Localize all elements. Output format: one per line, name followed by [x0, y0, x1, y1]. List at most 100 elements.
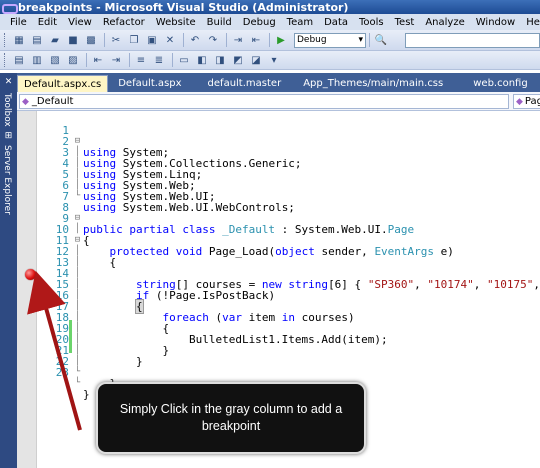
menu-file[interactable]: File — [10, 17, 27, 28]
outline-guide: │ — [74, 180, 81, 190]
member-selector-value: Pag — [524, 96, 540, 107]
collapse-icon[interactable]: ⊟ — [73, 136, 82, 147]
menu-edit[interactable]: Edit — [38, 17, 57, 28]
code-line: 9 │ { — [17, 202, 89, 246]
copy-icon[interactable]: ❐ — [126, 33, 142, 47]
menu-refactor[interactable]: Refactor — [103, 17, 145, 28]
outline-guide: └ — [74, 378, 81, 388]
outline-guide: │ — [74, 279, 81, 289]
menu-test[interactable]: Test — [395, 17, 415, 28]
collapse-icon[interactable]: ⊟ — [73, 213, 82, 224]
quick-info-icon[interactable]: ▧ — [47, 53, 63, 67]
redo-icon[interactable]: ↷ — [205, 33, 221, 47]
outline-guide: │ — [74, 334, 81, 344]
code-line: 2 │ using System.Collections.Generic; — [17, 125, 301, 169]
code-line: 20 │ } — [17, 323, 143, 367]
code-line: 23 └ } — [17, 356, 90, 400]
menu-website[interactable]: Website — [156, 17, 196, 28]
find-in-files-icon[interactable]: 🔍 — [373, 33, 389, 47]
menu-view[interactable]: View — [68, 17, 92, 28]
callout-text: Simply Click in the gray column to add a… — [119, 402, 343, 433]
outline-guide: └ — [74, 191, 81, 201]
server-explorer-icon[interactable]: ⊞ — [3, 131, 14, 142]
code-line: 14 │ if (!Page.IsPostBack) — [17, 257, 275, 301]
toolbar-separator — [369, 33, 370, 47]
toolbar-options-icon[interactable]: ▾ — [266, 53, 282, 67]
toolbar-grip[interactable] — [4, 33, 7, 47]
menu-bar: File Edit View Refactor Website Build De… — [0, 14, 540, 30]
code-line: 19 │ } — [17, 312, 169, 356]
code-line: 5 │ using System.Web.UI; — [17, 158, 215, 202]
toolbar-grip[interactable] — [4, 53, 7, 67]
class-selector-value: _Default — [31, 96, 74, 107]
next-bookmark-icon[interactable]: ◨ — [212, 53, 228, 67]
toolbar-separator — [104, 33, 105, 47]
menu-team[interactable]: Team — [287, 17, 313, 28]
start-debugging-icon[interactable]: ▶ — [273, 33, 289, 47]
member-selector[interactable]: ◆ Pag — [513, 94, 540, 109]
text-editor-toolbar: ▤ ▥ ▧ ▨ ⇤ ⇥ ≡ ≣ ▭ ◧ ◨ ◩ ◪ ▾ — [0, 51, 540, 70]
menu-window[interactable]: Window — [476, 17, 515, 28]
comment-out-icon[interactable]: ≡ — [133, 53, 149, 67]
code-line: 10 ⊟ protected void Page_Load(object sen… — [17, 213, 454, 257]
find-input[interactable] — [405, 33, 540, 48]
delete-icon[interactable]: ✕ — [162, 33, 178, 47]
increase-indent-icon[interactable]: ⇥ — [108, 53, 124, 67]
object-browser-icon[interactable]: ▤ — [11, 53, 27, 67]
toolbar-separator — [269, 33, 270, 47]
code-line: 17 │ { — [17, 290, 169, 334]
code-line: 12 │ — [17, 235, 80, 267]
tab-main-css[interactable]: App_Themes/main/main.css — [297, 75, 449, 92]
parameter-info-icon[interactable]: ▥ — [29, 53, 45, 67]
toolbar-separator — [86, 53, 87, 67]
outline-guide: │ — [74, 147, 81, 157]
bookmark-folder-icon[interactable]: ◪ — [248, 53, 264, 67]
solution-configuration-dropdown[interactable]: Debug ▾ — [294, 32, 366, 48]
save-icon[interactable]: ■ — [65, 33, 81, 47]
menu-help[interactable]: Help — [526, 17, 540, 28]
annotation-callout: Simply Click in the gray column to add a… — [96, 382, 366, 454]
menu-data[interactable]: Data — [324, 17, 348, 28]
outline-guide: │ — [74, 268, 81, 278]
outline-guide: │ — [74, 169, 81, 179]
menu-build[interactable]: Build — [207, 17, 232, 28]
new-project-icon[interactable]: ▦ — [11, 33, 27, 47]
toolbox-tab[interactable]: Toolbox — [2, 93, 12, 127]
undo-icon[interactable]: ↶ — [187, 33, 203, 47]
open-folder-icon[interactable]: ▰ — [47, 33, 63, 47]
tab-web-config[interactable]: web.config — [467, 75, 533, 92]
server-explorer-tab[interactable]: Server Explorer — [2, 145, 12, 215]
complete-word-icon[interactable]: ▨ — [65, 53, 81, 67]
navigate-forward-icon[interactable]: ⇤ — [248, 33, 264, 47]
outline-guide: │ — [74, 356, 81, 366]
uncomment-icon[interactable]: ≣ — [151, 53, 167, 67]
decrease-indent-icon[interactable]: ⇤ — [90, 53, 106, 67]
add-item-icon[interactable]: ▤ — [29, 33, 45, 47]
clear-bookmarks-icon[interactable]: ◩ — [230, 53, 246, 67]
collapse-icon[interactable]: ⊟ — [73, 235, 82, 246]
code-line: 8 ⊟ public partial class _Default : Syst… — [17, 191, 414, 235]
left-dock: ✕ Toolbox ⊞ Server Explorer — [0, 73, 17, 468]
tab-default-aspx[interactable]: Default.aspx — [112, 75, 187, 92]
outline-guide: │ — [74, 158, 81, 168]
bookmark-icon[interactable]: ▭ — [176, 53, 192, 67]
toolbar-separator — [226, 33, 227, 47]
menu-tools[interactable]: Tools — [359, 17, 384, 28]
code-line: 18 │ BulletedList1.Items.Add(item); — [17, 301, 388, 345]
toolbox-icon[interactable]: ✕ — [3, 77, 14, 88]
paste-icon[interactable]: ▣ — [144, 33, 160, 47]
tab-default-master[interactable]: default.master — [202, 75, 288, 92]
navigation-bar: ◆ _Default ◆ Pag — [17, 92, 540, 111]
menu-debug[interactable]: Debug — [243, 17, 276, 28]
code-line: 15 │ { — [17, 268, 144, 314]
cut-icon[interactable]: ✂ — [108, 33, 124, 47]
navigate-icon[interactable]: ⇥ — [230, 33, 246, 47]
class-selector[interactable]: ◆ _Default — [19, 94, 509, 109]
change-tracking-bar — [69, 320, 72, 353]
save-all-icon[interactable]: ▩ — [83, 33, 99, 47]
outline-guide: │ — [74, 345, 81, 355]
menu-analyze[interactable]: Analyze — [425, 17, 464, 28]
tab-default-aspx-cs[interactable]: Default.aspx.cs — [17, 75, 109, 92]
previous-bookmark-icon[interactable]: ◧ — [194, 53, 210, 67]
class-icon: ◆ — [22, 96, 29, 107]
